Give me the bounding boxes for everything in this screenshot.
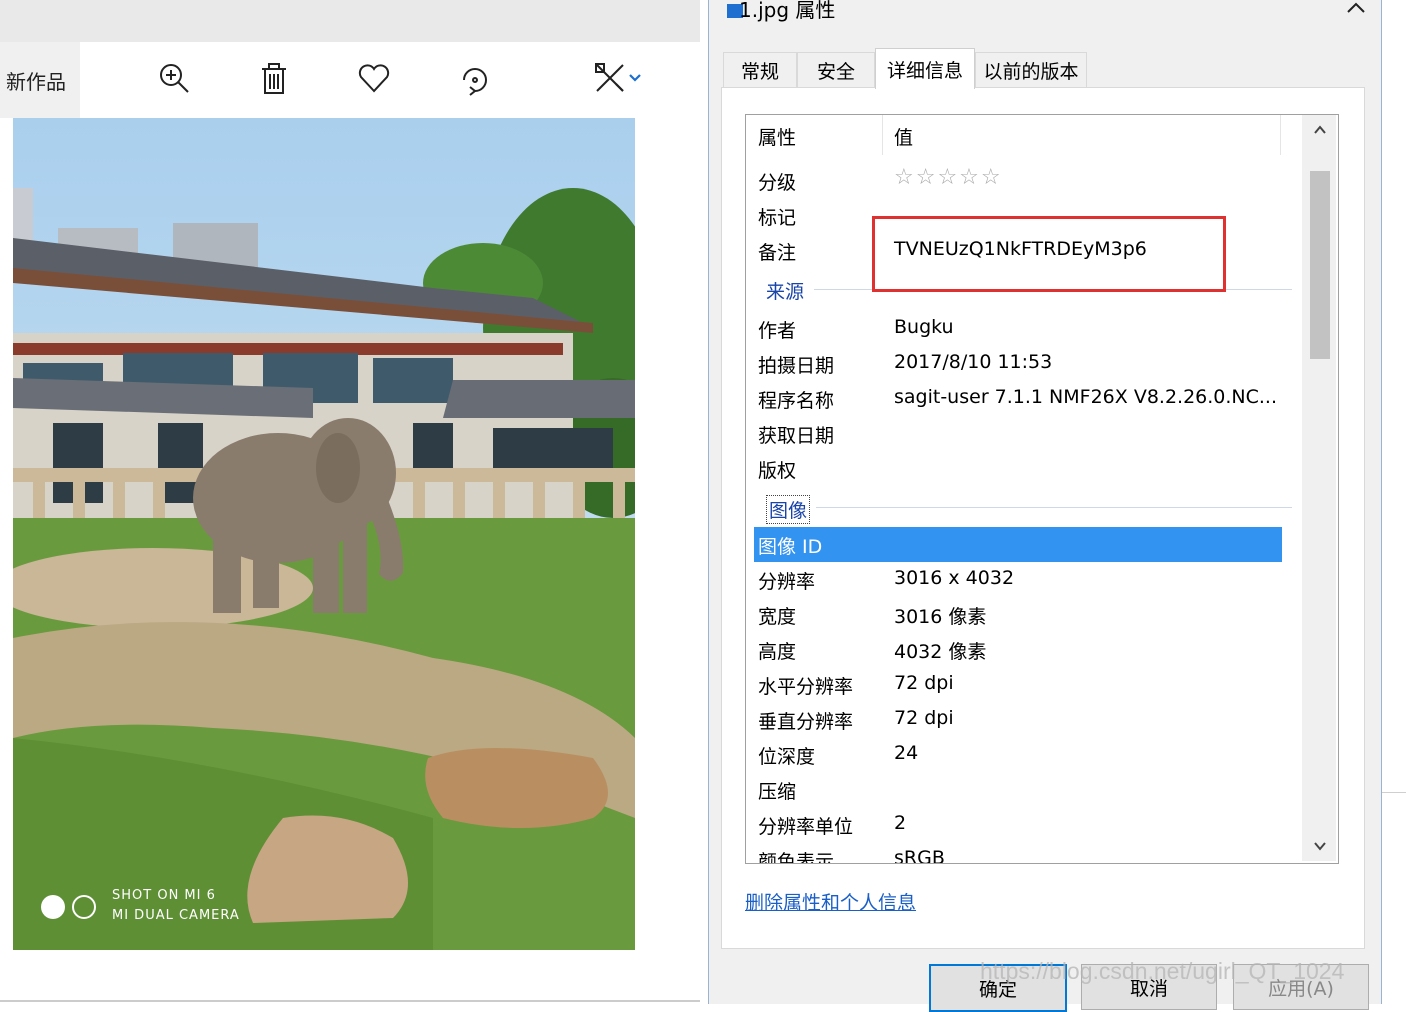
- scroll-down-button[interactable]: [1310, 837, 1330, 857]
- column-divider[interactable]: [882, 115, 883, 155]
- property-label: 获取日期: [758, 425, 835, 447]
- dialog-title: 1.jpg 属性: [739, 0, 836, 22]
- photo-image: [13, 118, 635, 950]
- viewer-bottom-divider: [0, 1000, 700, 1002]
- property-row-date-acquired[interactable]: 获取日期: [746, 416, 1286, 451]
- property-label: 压缩: [758, 781, 797, 803]
- property-label: 颜色表示: [758, 851, 835, 864]
- property-label: 作者: [758, 320, 797, 342]
- column-header-property[interactable]: 属性: [758, 123, 796, 150]
- property-row-height[interactable]: 高度 4032 像素: [746, 632, 1286, 667]
- background-divider: [1382, 792, 1406, 793]
- rating-stars[interactable]: ☆☆☆☆☆: [894, 165, 1003, 190]
- chevron-up-icon: [1347, 2, 1365, 13]
- property-value[interactable]: 2: [894, 812, 906, 834]
- zoom-in-icon: [160, 64, 189, 93]
- property-value[interactable]: 4032 像素: [894, 637, 986, 664]
- viewer-top-strip: [0, 0, 700, 42]
- property-row-vertical-resolution[interactable]: 垂直分辨率 72 dpi: [746, 702, 1286, 737]
- property-value[interactable]: 72 dpi: [894, 672, 954, 694]
- column-header-value[interactable]: 值: [894, 123, 913, 150]
- elephant-photo: [13, 118, 635, 950]
- property-label: 程序名称: [758, 390, 835, 412]
- tab-previous-versions[interactable]: 以前的版本: [975, 52, 1087, 87]
- list-header: 属性 值: [746, 115, 1320, 155]
- camera-watermark: SHOT ON MI 6 MI DUAL CAMERA: [112, 886, 240, 926]
- property-row-resolution-unit[interactable]: 分辨率单位 2: [746, 807, 1286, 842]
- property-value[interactable]: 3016 像素: [894, 602, 986, 629]
- property-label: 标记: [758, 207, 797, 229]
- rotate-button[interactable]: [452, 56, 496, 100]
- property-label: 宽度: [758, 606, 797, 628]
- viewer-title: 新作品: [6, 70, 66, 94]
- scroll-up-button[interactable]: [1310, 121, 1330, 141]
- highlight-annotation-box: [872, 216, 1226, 292]
- property-row-color-representation[interactable]: 颜色表示 sRGB: [746, 842, 1286, 864]
- property-row-compression[interactable]: 压缩: [746, 772, 1286, 807]
- scrollbar-thumb[interactable]: [1310, 171, 1330, 359]
- tab-general[interactable]: 常规: [723, 52, 797, 87]
- chevron-down-icon: [629, 74, 641, 82]
- trash-icon: [262, 63, 286, 94]
- property-label: 位深度: [758, 746, 816, 768]
- property-label: 高度: [758, 641, 797, 663]
- group-header-origin: 来源: [766, 281, 805, 303]
- zoom-in-button[interactable]: [152, 56, 196, 100]
- property-row-image-id-selected[interactable]: 图像 ID: [754, 527, 1282, 562]
- watermark-line1: SHOT ON MI 6: [112, 888, 216, 903]
- property-value[interactable]: 72 dpi: [894, 707, 954, 729]
- collapse-chevron-button[interactable]: [1345, 0, 1367, 21]
- property-value[interactable]: Bugku: [894, 316, 954, 338]
- property-row-horizontal-resolution[interactable]: 水平分辨率 72 dpi: [746, 667, 1286, 702]
- property-row-resolution[interactable]: 分辨率 3016 x 4032: [746, 562, 1286, 597]
- property-value[interactable]: sRGB: [894, 847, 945, 863]
- property-label: 分级: [758, 172, 797, 194]
- favorite-button[interactable]: [352, 56, 396, 100]
- property-value[interactable]: sagit-user 7.1.1 NMF26X V8.2.26.0.NC...: [894, 386, 1277, 408]
- tab-details[interactable]: 详细信息: [875, 48, 975, 89]
- group-divider: [816, 507, 1292, 508]
- column-divider-right: [1280, 115, 1281, 155]
- delete-button[interactable]: [252, 56, 296, 100]
- property-label: 垂直分辨率: [758, 711, 854, 733]
- property-row-date-taken[interactable]: 拍摄日期 2017/8/10 11:53: [746, 346, 1286, 381]
- property-label: 版权: [758, 460, 797, 482]
- heart-icon: [358, 64, 390, 93]
- tab-security[interactable]: 安全: [797, 52, 875, 87]
- property-label: 图像 ID: [758, 536, 823, 558]
- property-label: 水平分辨率: [758, 676, 854, 698]
- edit-tools-icon: [595, 63, 624, 92]
- edit-create-button[interactable]: [582, 56, 652, 100]
- rotate-icon: [463, 68, 487, 96]
- vertical-scrollbar[interactable]: [1302, 115, 1336, 861]
- property-label: 分辨率单位: [758, 816, 854, 838]
- property-row-rating[interactable]: 分级 ☆☆☆☆☆: [746, 163, 1286, 198]
- chevron-up-icon: [1314, 125, 1326, 134]
- group-header-image[interactable]: 图像: [766, 495, 811, 524]
- property-label: 分辨率: [758, 571, 816, 593]
- blog-watermark: https://blog.csdn.net/ugirl_QT_1024: [980, 958, 1345, 984]
- background-window-edge: [1382, 0, 1406, 1004]
- property-row-program-name[interactable]: 程序名称 sagit-user 7.1.1 NMF26X V8.2.26.0.N…: [746, 381, 1286, 416]
- chevron-down-icon: [1314, 842, 1326, 851]
- remove-properties-link[interactable]: 删除属性和个人信息: [745, 888, 916, 915]
- property-value[interactable]: 3016 x 4032: [894, 567, 1014, 589]
- properties-dialog: 1.jpg 属性 常规 安全 详细信息 以前的版本 属性 值 分级 ☆☆☆☆☆ …: [708, 0, 1382, 1012]
- property-row-bit-depth[interactable]: 位深度 24: [746, 737, 1286, 772]
- property-row-author[interactable]: 作者 Bugku: [746, 311, 1286, 346]
- property-label: 拍摄日期: [758, 355, 835, 377]
- property-label: 备注: [758, 242, 797, 264]
- property-value[interactable]: 2017/8/10 11:53: [894, 351, 1052, 373]
- property-value[interactable]: 24: [894, 742, 918, 764]
- property-row-copyright[interactable]: 版权: [746, 451, 1286, 486]
- watermark-line2: MI DUAL CAMERA: [112, 908, 240, 923]
- photo-viewer: 新作品 SHOT ON MI 6 MI DUAL CAMERA: [0, 0, 700, 1004]
- property-row-width[interactable]: 宽度 3016 像素: [746, 597, 1286, 632]
